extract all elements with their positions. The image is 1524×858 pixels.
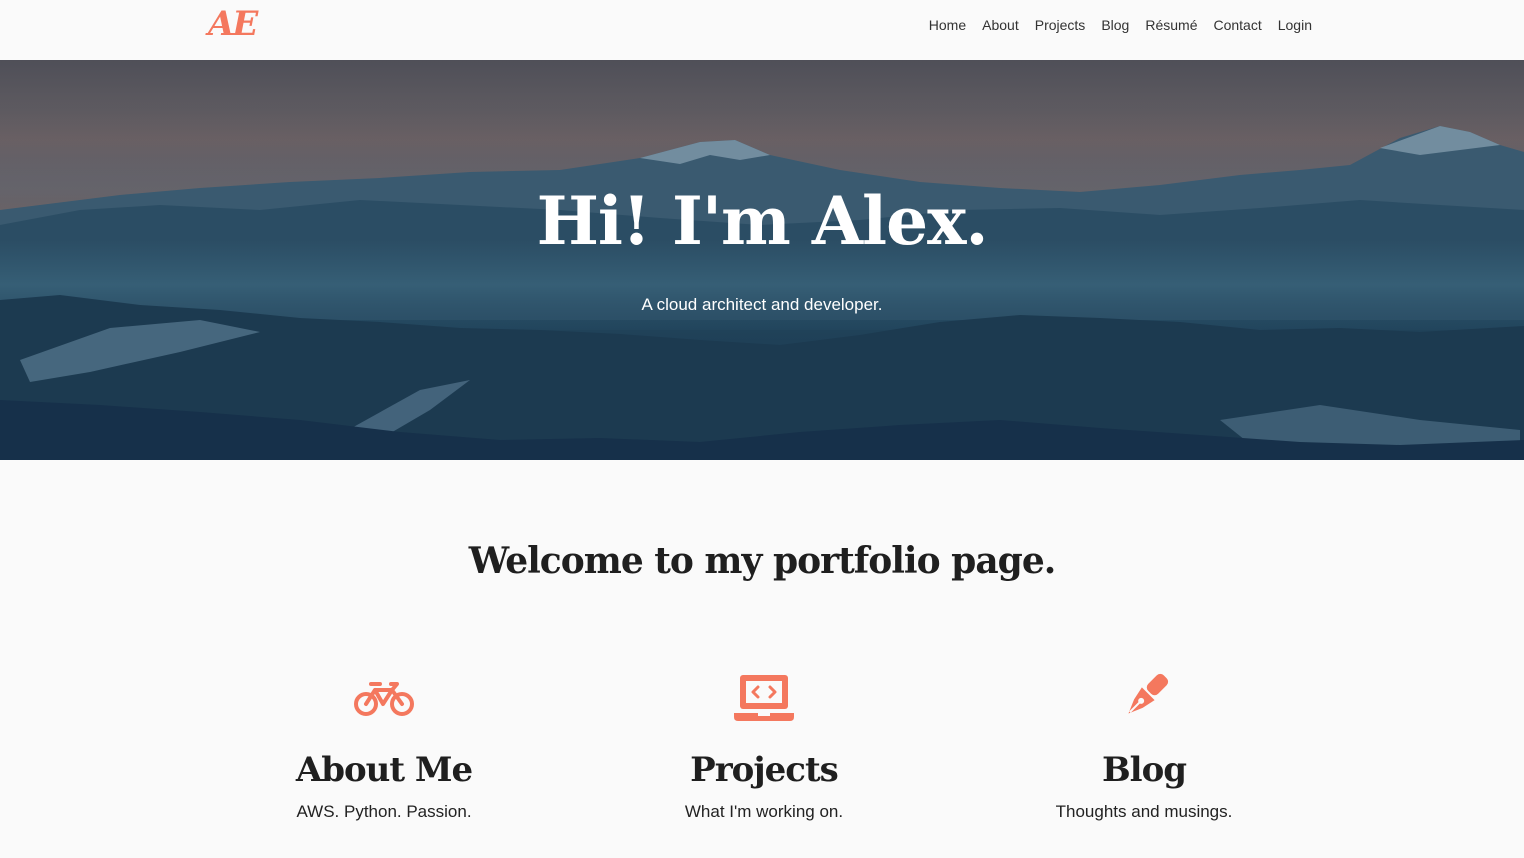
- nav-link-blog[interactable]: Blog: [1101, 17, 1129, 33]
- nav-link-resume[interactable]: Résumé: [1145, 17, 1197, 33]
- hero-banner: Hi! I'm Alex. A cloud architect and deve…: [0, 60, 1524, 460]
- nav-link-projects[interactable]: Projects: [1035, 17, 1086, 33]
- nav-link-about[interactable]: About: [982, 17, 1019, 33]
- mountain-landscape-image: [0, 100, 1524, 460]
- hero-subtitle: A cloud architect and developer.: [641, 295, 883, 314]
- feature-projects: Projects What I'm working on.: [574, 668, 954, 822]
- nav-link-login[interactable]: Login: [1278, 17, 1312, 33]
- hero-title: Hi! I'm Alex.: [536, 182, 989, 260]
- pen-nib-icon[interactable]: [954, 668, 1334, 728]
- feature-description-blog: Thoughts and musings.: [1055, 802, 1233, 821]
- feature-title-blog[interactable]: Blog: [954, 750, 1334, 790]
- welcome-heading: Welcome to my portfolio page.: [468, 540, 1057, 582]
- feature-title-projects[interactable]: Projects: [574, 750, 954, 790]
- site-logo[interactable]: AE: [208, 4, 258, 44]
- feature-description-projects: What I'm working on.: [684, 802, 844, 821]
- navbar: AE Home About Projects Blog Résumé Conta…: [0, 0, 1524, 60]
- feature-title-about[interactable]: About Me: [194, 750, 574, 790]
- nav-link-contact[interactable]: Contact: [1213, 17, 1261, 33]
- feature-about: About Me AWS. Python. Passion.: [194, 668, 574, 822]
- feature-blog: Blog Thoughts and musings.: [954, 668, 1334, 822]
- nav-link-home[interactable]: Home: [929, 17, 966, 33]
- feature-description-about: AWS. Python. Passion.: [296, 802, 472, 821]
- bicycle-icon[interactable]: [194, 668, 574, 728]
- nav-menu: Home About Projects Blog Résumé Contact …: [929, 17, 1312, 33]
- laptop-code-icon[interactable]: [574, 668, 954, 728]
